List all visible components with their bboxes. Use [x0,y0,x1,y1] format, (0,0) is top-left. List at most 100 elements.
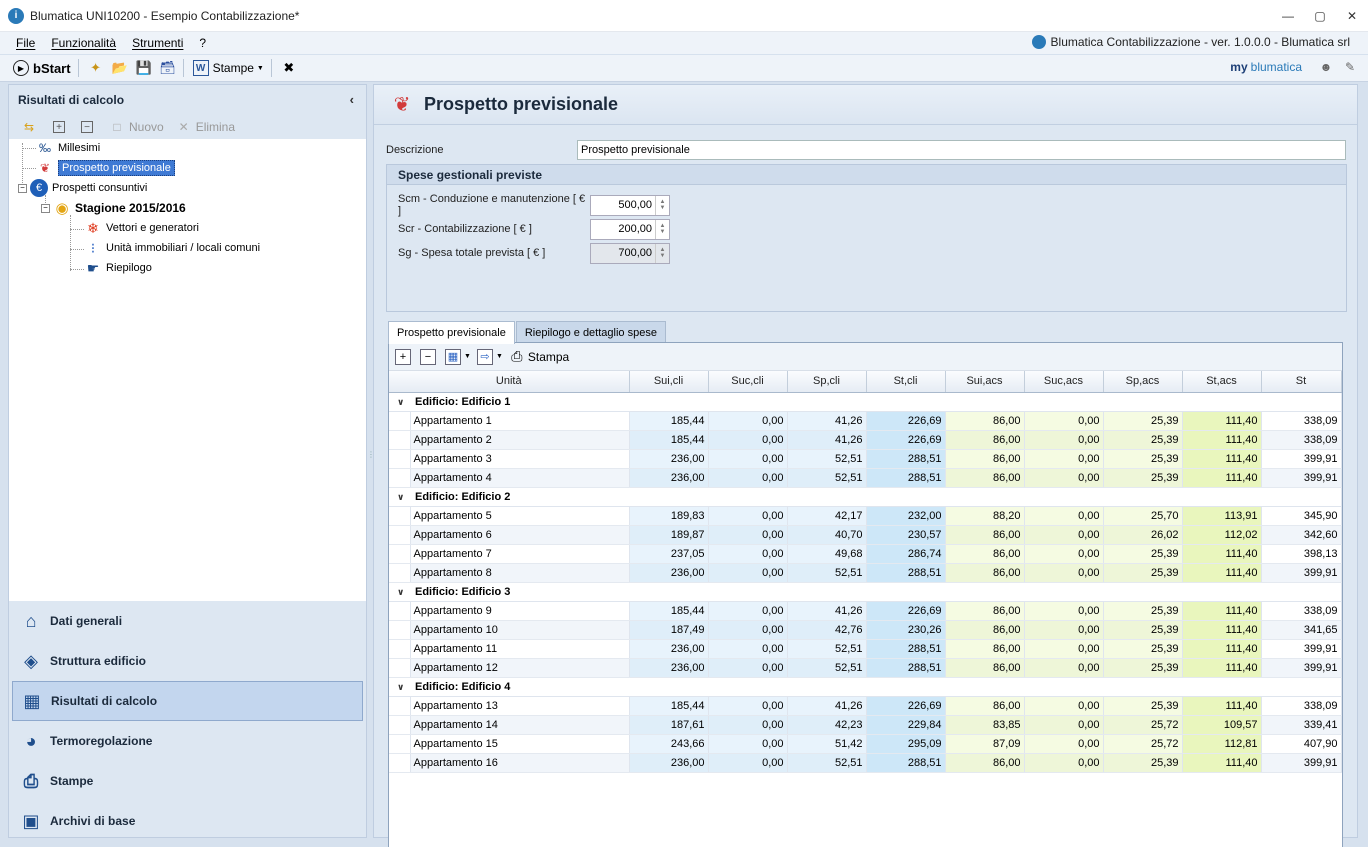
value-cell[interactable]: 185,44 [629,601,709,621]
value-cell[interactable]: 0,00 [1024,506,1104,526]
value-cell[interactable]: 112,02 [1182,525,1262,545]
bstart-button[interactable]: ▶ bStart [10,57,74,79]
value-cell[interactable]: 0,00 [708,544,788,564]
unit-cell[interactable]: Appartamento 8 [409,563,630,583]
refresh-button[interactable]: ⇆ [17,119,45,135]
my-blumatica-link[interactable]: my blumatica [1230,60,1302,74]
value-cell[interactable]: 111,40 [1182,544,1262,564]
value-cell[interactable]: 113,91 [1182,506,1262,526]
nuovo-button[interactable]: □ Nuovo [105,119,168,135]
value-cell[interactable]: 0,00 [708,639,788,659]
value-cell[interactable]: 339,41 [1261,715,1342,735]
value-cell[interactable]: 25,39 [1103,658,1183,678]
value-cell[interactable]: 111,40 [1182,449,1262,469]
value-cell[interactable]: 0,00 [1024,753,1104,773]
column-header[interactable]: St,cli [866,371,946,393]
menu-file[interactable]: File [0,36,43,50]
value-cell[interactable]: 399,91 [1261,449,1342,469]
value-cell[interactable]: 341,65 [1261,620,1342,640]
tools-button[interactable]: ✖ [278,57,300,79]
value-cell[interactable]: 0,00 [708,468,788,488]
save-button[interactable]: 💾 [133,57,155,79]
column-header[interactable]: Sui,cli [629,371,709,393]
tree-item-stagione[interactable]: − ◉ Stagione 2015/2016 [41,199,186,217]
value-cell[interactable]: 25,72 [1103,715,1183,735]
menu-strumenti[interactable]: Strumenti [124,36,191,50]
new-wizard-button[interactable]: ✦ [85,57,107,79]
table-row[interactable]: Appartamento 9 185,44 0,00 41,26 226,69 86,00… [389,601,1342,621]
value-cell[interactable]: 111,40 [1182,753,1262,773]
value-cell[interactable]: 109,57 [1182,715,1262,735]
unit-cell[interactable]: Appartamento 7 [409,544,630,564]
value-cell[interactable]: 0,00 [1024,696,1104,716]
table-row[interactable]: Appartamento 7 237,05 0,00 49,68 286,74 86,00… [389,544,1342,564]
value-cell[interactable]: 226,69 [866,601,946,621]
group-row[interactable]: ∨ Edificio: Edificio 4 [389,677,1342,697]
splitter-handle[interactable]: ⋮ [367,450,375,470]
maximize-icon[interactable]: ▢ [1304,0,1336,32]
value-cell[interactable]: 26,02 [1103,525,1183,545]
export-dropdown[interactable]: ⇨ ▼ [476,348,503,365]
value-cell[interactable]: 25,39 [1103,563,1183,583]
value-cell[interactable]: 86,00 [945,601,1025,621]
value-cell[interactable]: 86,00 [945,525,1025,545]
value-cell[interactable]: 338,09 [1261,411,1342,431]
column-header[interactable]: St,acs [1182,371,1262,393]
table-row[interactable]: Appartamento 3 236,00 0,00 52,51 288,51 86,00… [389,449,1342,469]
value-cell[interactable]: 237,05 [629,544,709,564]
spin-arrows-icon[interactable]: ▲ ▼ [655,195,669,215]
column-header[interactable]: Sp,cli [787,371,867,393]
column-header[interactable]: Sui,acs [945,371,1025,393]
value-cell[interactable]: 0,00 [1024,715,1104,735]
group-row[interactable]: ∨ Edificio: Edificio 2 [389,487,1342,507]
table-row[interactable]: Appartamento 11 236,00 0,00 52,51 288,51 86,0… [389,639,1342,659]
columns-dropdown[interactable]: ▦ ▼ [445,348,471,365]
value-cell[interactable]: 86,00 [945,468,1025,488]
value-cell[interactable]: 236,00 [629,639,709,659]
value-cell[interactable]: 342,60 [1261,525,1342,545]
value-cell[interactable]: 0,00 [708,658,788,678]
value-cell[interactable]: 25,39 [1103,544,1183,564]
table-row[interactable]: Appartamento 2 185,44 0,00 41,26 226,69 86,00… [389,430,1342,450]
value-cell[interactable]: 42,23 [787,715,867,735]
value-cell[interactable]: 52,51 [787,468,867,488]
value-cell[interactable]: 407,90 [1261,734,1342,754]
nav-dati-generali[interactable]: ⌂ Dati generali [9,601,366,641]
table-row[interactable]: Appartamento 12 236,00 0,00 52,51 288,51 86,0… [389,658,1342,678]
value-cell[interactable]: 226,69 [866,696,946,716]
value-cell[interactable]: 295,09 [866,734,946,754]
unit-cell[interactable]: Appartamento 4 [409,468,630,488]
value-cell[interactable]: 52,51 [787,639,867,659]
value-cell[interactable]: 0,00 [1024,620,1104,640]
value-cell[interactable]: 236,00 [629,753,709,773]
value-cell[interactable]: 25,39 [1103,753,1183,773]
value-cell[interactable]: 25,39 [1103,620,1183,640]
elimina-button[interactable]: ✕ Elimina [172,119,239,135]
minimize-icon[interactable]: — [1272,0,1304,32]
collapse-panel-icon[interactable]: ‹ [350,92,354,107]
tab-riepilogo-dettaglio[interactable]: Riepilogo e dettaglio spese [515,321,666,343]
stampe-dropdown[interactable]: W Stampe ▼ [190,57,267,79]
value-cell[interactable]: 189,87 [629,525,709,545]
value-cell[interactable]: 25,39 [1103,411,1183,431]
value-cell[interactable]: 236,00 [629,658,709,678]
value-cell[interactable]: 0,00 [1024,639,1104,659]
expand-all-button[interactable]: + [49,121,73,133]
value-cell[interactable]: 0,00 [1024,544,1104,564]
expand-groups-button[interactable]: + [395,348,414,365]
table-row[interactable]: Appartamento 15 243,66 0,00 51,42 295,09 87,0… [389,734,1342,754]
value-cell[interactable]: 0,00 [708,753,788,773]
value-cell[interactable]: 0,00 [708,715,788,735]
value-cell[interactable]: 338,09 [1261,696,1342,716]
value-cell[interactable]: 0,00 [708,601,788,621]
value-cell[interactable]: 230,26 [866,620,946,640]
value-cell[interactable]: 52,51 [787,449,867,469]
value-cell[interactable]: 0,00 [708,430,788,450]
value-cell[interactable]: 111,40 [1182,639,1262,659]
value-cell[interactable]: 236,00 [629,468,709,488]
value-cell[interactable]: 86,00 [945,658,1025,678]
value-cell[interactable]: 0,00 [1024,734,1104,754]
tree-item-unita[interactable]: ⁝ Unità immobiliari / locali comuni [84,239,260,257]
value-cell[interactable]: 111,40 [1182,658,1262,678]
unit-cell[interactable]: Appartamento 13 [409,696,630,716]
